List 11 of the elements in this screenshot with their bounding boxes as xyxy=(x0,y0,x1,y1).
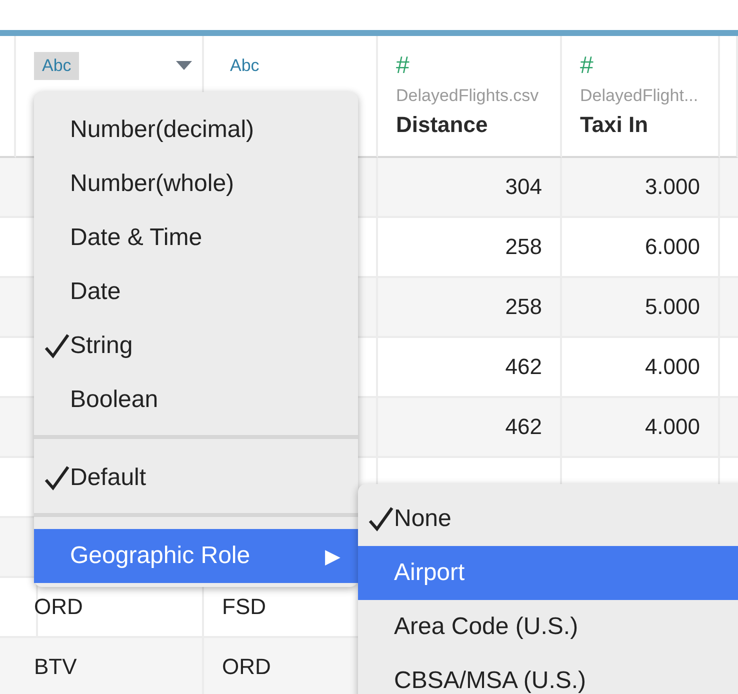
table-cell: 4.000 xyxy=(562,398,720,458)
table-cell: 3.000 xyxy=(562,158,720,218)
submenu-arrow-icon: ▶ xyxy=(325,544,340,568)
table-cell: 304 xyxy=(378,158,562,218)
column-source: DelayedFlights.csv xyxy=(396,86,540,106)
table-cell: 462 xyxy=(378,398,562,458)
column-name: Distance xyxy=(396,112,489,138)
column-name: Taxi In xyxy=(580,112,650,138)
column-source: DelayedFlight... xyxy=(580,86,700,106)
table-cell: 5.000 xyxy=(562,278,720,338)
table-cell: 258 xyxy=(378,278,562,338)
